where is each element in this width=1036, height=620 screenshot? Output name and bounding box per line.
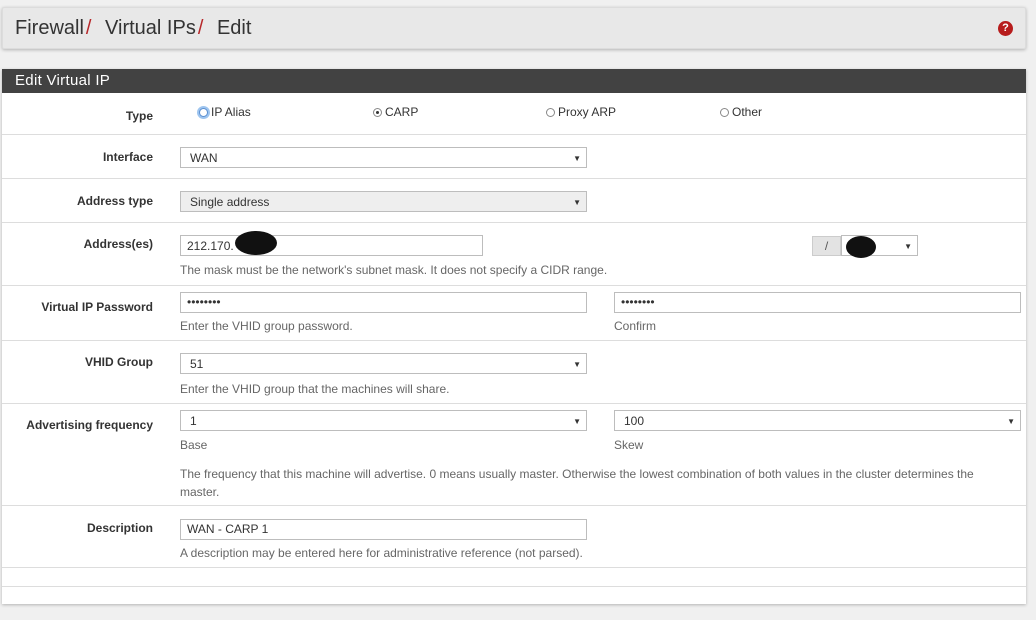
chevron-down-icon: ▼ bbox=[573, 198, 581, 207]
address-input[interactable]: 212.170. bbox=[180, 235, 483, 256]
radio-other[interactable]: Other bbox=[720, 105, 762, 121]
redaction-mark bbox=[235, 231, 277, 255]
advertising-row: Advertising frequency 1 ▼ 100 ▼ Base Ske… bbox=[2, 404, 1026, 506]
address-value: 212.170. bbox=[187, 239, 234, 253]
addresses-row: Address(es) 212.170. / ▼ The mask must b… bbox=[2, 223, 1026, 286]
radio-button[interactable] bbox=[546, 108, 555, 117]
breadcrumb-edit: Edit bbox=[216, 17, 252, 39]
breadcrumb: Firewall / Virtual IPs / Edit bbox=[15, 17, 251, 40]
page-header: Firewall / Virtual IPs / Edit ? bbox=[2, 7, 1026, 49]
mask-separator: / bbox=[812, 236, 841, 256]
advertising-base-help: Base bbox=[180, 438, 208, 452]
breadcrumb-separator: / bbox=[85, 17, 92, 39]
password-confirm-value: •••••••• bbox=[621, 295, 655, 309]
password-row: Virtual IP Password •••••••• •••••••• En… bbox=[2, 286, 1026, 341]
advertising-base-select[interactable]: 1 ▼ bbox=[180, 410, 587, 431]
interface-value: WAN bbox=[190, 151, 218, 165]
advertising-base-value: 1 bbox=[190, 414, 197, 428]
interface-label: Interface bbox=[102, 150, 153, 164]
address-type-label: Address type bbox=[76, 194, 153, 208]
advertising-help-line1: The frequency that this machine will adv… bbox=[180, 467, 974, 481]
interface-row: Interface WAN ▼ bbox=[2, 135, 1026, 179]
radio-button[interactable] bbox=[720, 108, 729, 117]
password-label: Virtual IP Password bbox=[41, 300, 153, 314]
description-input[interactable]: WAN - CARP 1 bbox=[180, 519, 587, 540]
password-confirm-help: Confirm bbox=[614, 319, 657, 333]
radio-button[interactable] bbox=[373, 108, 382, 117]
radio-carp[interactable]: CARP bbox=[373, 105, 418, 121]
chevron-down-icon: ▼ bbox=[904, 242, 912, 251]
vhid-row: VHID Group 51 ▼ Enter the VHID group tha… bbox=[2, 341, 1026, 404]
vhid-label: VHID Group bbox=[85, 355, 153, 369]
breadcrumb-separator: / bbox=[197, 17, 204, 39]
breadcrumb-firewall[interactable]: Firewall bbox=[15, 17, 84, 39]
description-value: WAN - CARP 1 bbox=[187, 522, 269, 536]
address-type-select[interactable]: Single address ▼ bbox=[180, 191, 587, 212]
description-row: Description WAN - CARP 1 A description m… bbox=[2, 506, 1026, 568]
edit-virtual-ip-panel: Edit Virtual IP Type IP Alias CARP Proxy… bbox=[2, 69, 1026, 604]
password-help: Enter the VHID group password. bbox=[180, 319, 353, 333]
chevron-down-icon: ▼ bbox=[573, 417, 581, 426]
address-type-row: Address type Single address ▼ bbox=[2, 179, 1026, 223]
vhid-help: Enter the VHID group that the machines w… bbox=[180, 382, 450, 396]
redaction-mark bbox=[846, 236, 876, 258]
empty-row bbox=[2, 568, 1026, 587]
password-confirm-input[interactable]: •••••••• bbox=[614, 292, 1021, 313]
description-help: A description may be entered here for ad… bbox=[180, 546, 583, 560]
vhid-select[interactable]: 51 ▼ bbox=[180, 353, 587, 374]
interface-select[interactable]: WAN ▼ bbox=[180, 147, 587, 168]
password-input[interactable]: •••••••• bbox=[180, 292, 587, 313]
help-icon[interactable]: ? bbox=[998, 21, 1013, 36]
radio-proxy-arp[interactable]: Proxy ARP bbox=[546, 105, 616, 121]
type-label: Type bbox=[125, 109, 153, 123]
type-row: Type IP Alias CARP Proxy ARP Other bbox=[2, 93, 1026, 135]
radio-label: Other bbox=[732, 105, 763, 119]
panel-title: Edit Virtual IP bbox=[2, 69, 1026, 93]
description-label: Description bbox=[86, 521, 153, 535]
chevron-down-icon: ▼ bbox=[1007, 417, 1015, 426]
radio-label: CARP bbox=[385, 105, 419, 119]
radio-label: Proxy ARP bbox=[558, 105, 617, 119]
advertising-skew-help: Skew bbox=[614, 438, 644, 452]
chevron-down-icon: ▼ bbox=[573, 360, 581, 369]
radio-ip-alias[interactable]: IP Alias bbox=[199, 105, 251, 121]
breadcrumb-virtual-ips[interactable]: Virtual IPs bbox=[105, 17, 196, 39]
advertising-help-line2: master. bbox=[180, 485, 220, 499]
radio-button[interactable] bbox=[199, 108, 208, 117]
addresses-help: The mask must be the network's subnet ma… bbox=[180, 263, 608, 277]
radio-label: IP Alias bbox=[211, 105, 251, 119]
advertising-skew-select[interactable]: 100 ▼ bbox=[614, 410, 1021, 431]
advertising-label: Advertising frequency bbox=[26, 418, 153, 432]
address-type-value: Single address bbox=[190, 195, 270, 209]
chevron-down-icon: ▼ bbox=[573, 154, 581, 163]
password-value: •••••••• bbox=[187, 295, 221, 309]
advertising-skew-value: 100 bbox=[624, 414, 645, 428]
addresses-label: Address(es) bbox=[83, 237, 153, 251]
vhid-value: 51 bbox=[190, 357, 204, 371]
